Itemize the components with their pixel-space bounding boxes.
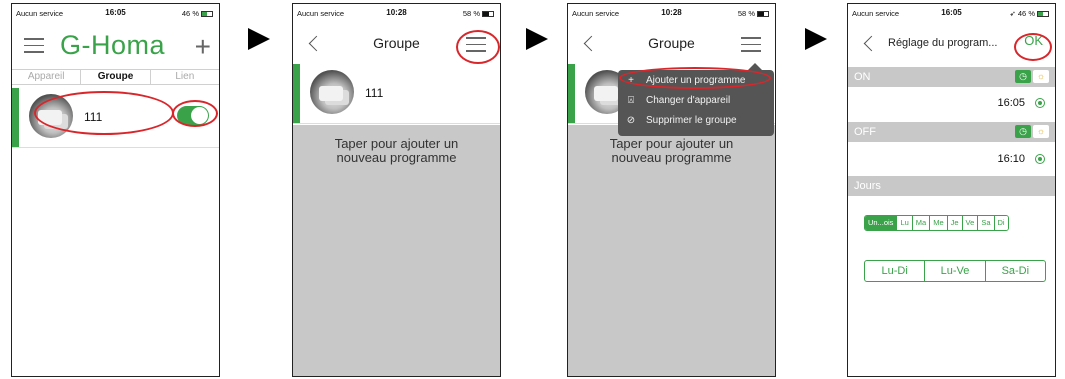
selection-bar (568, 64, 575, 123)
prohibited-icon: ⊘ (626, 115, 636, 126)
empty-hint-line-1: Taper pour ajouter un (334, 136, 459, 151)
highlight-ellipse (1014, 33, 1052, 61)
tab-bar: Appareil Groupe Lien (12, 69, 219, 85)
app-logo: G-Homa (60, 30, 166, 60)
range-selector: Lu-Di Lu-Ve Sa-Di (864, 260, 1046, 282)
on-label: ON (854, 71, 871, 83)
tab-lien[interactable]: Lien (151, 70, 219, 84)
selection-bar (12, 88, 19, 147)
group-row[interactable]: 111 (293, 64, 500, 124)
menu-item-label: Supprimer le groupe (646, 115, 737, 126)
step-arrow (248, 28, 270, 50)
battery-label: 46 % (181, 9, 199, 18)
highlight-ellipse (34, 91, 174, 135)
day-once[interactable]: Un...ois (865, 216, 898, 230)
battery-indicator: ➶ 46 % (1010, 9, 1049, 18)
menu-item-label: Changer d'appareil (646, 95, 731, 106)
day-ma[interactable]: Ma (912, 216, 931, 230)
off-radio[interactable] (1035, 154, 1045, 164)
page-title: Réglage du program... (888, 37, 998, 49)
group-thumbnail (310, 70, 354, 114)
menu-item-delete-group[interactable]: ⊘ Supprimer le groupe (624, 112, 772, 130)
off-time: 16:10 (997, 153, 1025, 165)
battery-label: 58 % (737, 9, 755, 18)
screen-3-group-menu: Aucun service 10:28 58 % Groupe Taper po… (567, 3, 776, 377)
sunrise-icon[interactable]: ☼ (1033, 70, 1049, 83)
screen-2-group: Aucun service 10:28 58 % Groupe 111 Tape… (292, 3, 501, 377)
group-name: 111 (365, 86, 384, 100)
nav-bar: Groupe (568, 22, 775, 66)
battery-label: 58 % (462, 9, 480, 18)
battery-icon (201, 11, 213, 18)
back-chevron-icon[interactable] (863, 35, 880, 52)
battery-indicator: 58 % (738, 9, 769, 18)
empty-hint-line-2: nouveau programme (611, 150, 732, 165)
jours-label: Jours (854, 180, 881, 192)
battery-indicator: 58 % (463, 9, 494, 18)
tab-groupe[interactable]: Groupe (81, 70, 151, 84)
selection-bar (293, 64, 300, 123)
status-bar: Aucun service 16:05 ➶ 46 % (848, 4, 1055, 22)
empty-hint-line-1: Taper pour ajouter un (609, 136, 734, 151)
jours-section-header: Jours (848, 176, 1055, 196)
step-arrow (805, 28, 827, 50)
screen-1-device-list: Aucun service 16:05 46 % G-Homa + Appare… (11, 3, 220, 377)
menu-icon[interactable] (24, 38, 44, 54)
sunrise-icon[interactable]: ☼ (1033, 125, 1049, 138)
empty-hint-line-2: nouveau programme (336, 150, 457, 165)
off-label: OFF (854, 126, 876, 138)
battery-indicator: 46 % (182, 9, 213, 18)
program-area[interactable]: Taper pour ajouter un nouveau programme (293, 125, 500, 376)
range-lu-di[interactable]: Lu-Di (865, 261, 926, 281)
clock-icon[interactable]: ◷ (1015, 125, 1031, 138)
day-je[interactable]: Je (947, 216, 963, 230)
clock-icon[interactable]: ◷ (1015, 70, 1031, 83)
off-section-header: OFF ◷ ☼ (848, 122, 1055, 142)
location-arrow-icon: ➶ (1009, 9, 1018, 18)
highlight-ellipse-toggle (172, 100, 218, 127)
day-lu[interactable]: Lu (897, 216, 913, 230)
on-time-row[interactable]: 16:05 (848, 87, 1055, 119)
range-sa-di[interactable]: Sa-Di (986, 261, 1045, 281)
menu-icon[interactable] (741, 37, 761, 53)
on-section-header: ON ◷ ☼ (848, 67, 1055, 87)
program-area[interactable]: Taper pour ajouter un nouveau programme (568, 125, 775, 376)
battery-label: 46 % (1017, 9, 1035, 18)
add-button[interactable]: + (195, 31, 211, 63)
status-bar: Aucun service 10:28 58 % (293, 4, 500, 22)
status-bar: Aucun service 16:05 46 % (12, 4, 219, 22)
day-selector: Un...ois Lu Ma Me Je Ve Sa Di (864, 215, 1009, 231)
battery-icon (482, 11, 494, 18)
plug-icon: ⍓ (628, 95, 634, 106)
nav-bar: G-Homa + (12, 22, 219, 66)
off-time-row[interactable]: 16:10 (848, 143, 1055, 175)
day-ve[interactable]: Ve (962, 216, 979, 230)
on-radio[interactable] (1035, 98, 1045, 108)
highlight-ellipse (619, 67, 771, 89)
battery-icon (757, 11, 769, 18)
day-me[interactable]: Me (930, 216, 948, 230)
day-sa[interactable]: Sa (978, 216, 995, 230)
tab-appareil[interactable]: Appareil (12, 70, 82, 84)
range-lu-ve[interactable]: Lu-Ve (925, 261, 986, 281)
battery-icon (1037, 11, 1049, 18)
step-arrow (526, 28, 548, 50)
screen-4-program-settings: Aucun service 16:05 ➶ 46 % Réglage du pr… (847, 3, 1056, 377)
status-bar: Aucun service 10:28 58 % (568, 4, 775, 22)
on-time: 16:05 (997, 97, 1025, 109)
day-di[interactable]: Di (994, 216, 1008, 230)
highlight-ellipse (456, 30, 500, 64)
menu-item-change-device[interactable]: ⍓ Changer d'appareil (624, 92, 772, 110)
